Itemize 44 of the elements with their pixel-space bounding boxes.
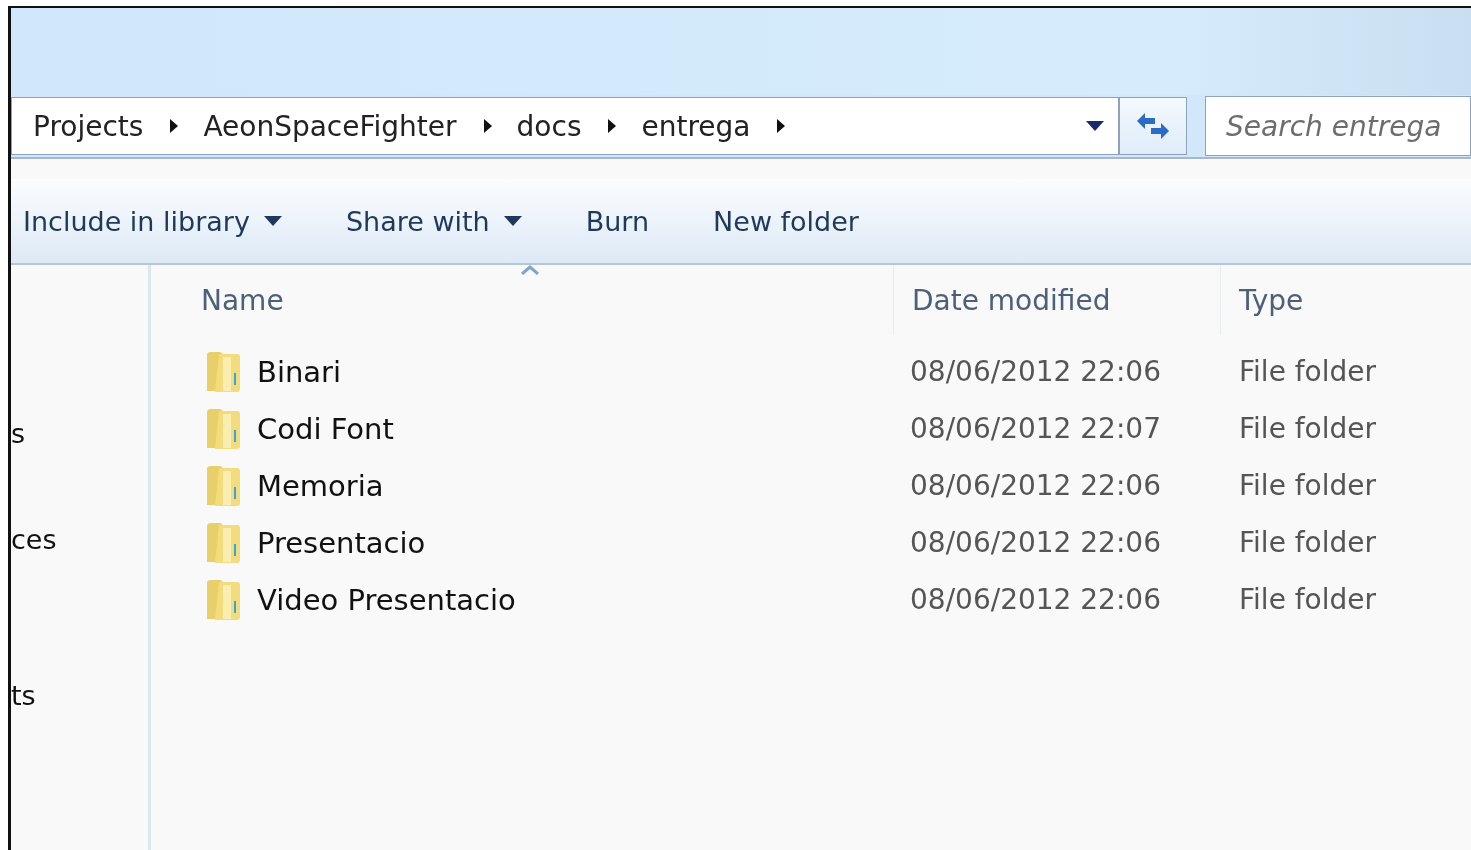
chevron-icon[interactable] [482,118,493,134]
nav-item[interactable]: s [11,417,26,451]
breadcrumb[interactable]: Projects [29,109,148,143]
toolbar-button[interactable]: New folder [711,201,861,241]
file-name[interactable]: Presentacio [257,525,426,560]
caret-icon [263,216,282,226]
type-cell-text: File folder [1238,469,1377,502]
toolbar-button[interactable]: Burn [583,201,652,241]
column-header[interactable]: Name [151,265,894,335]
type-cell-text: File folder [1238,412,1377,445]
type-cell-text: File folder [1238,526,1377,559]
breadcrumb[interactable]: entrega [637,109,755,143]
dropdown-icon[interactable] [1086,121,1104,131]
file-name[interactable]: Binari [257,354,342,389]
file-name[interactable]: Memoria [257,468,384,503]
column-header[interactable]: Type [1221,265,1471,335]
search-field[interactable]: Search entrega [1205,96,1471,156]
column-header[interactable]: Date modified [894,265,1221,335]
address-bar[interactable]: Projects AeonSpaceFighter docs entrega [11,97,1119,155]
date-cell-text: 08/06/2012 22:06 [909,526,1162,559]
date-cell-text: 08/06/2012 22:06 [909,583,1162,616]
folder-icon [205,464,243,507]
chevron-icon[interactable] [607,118,618,134]
file-name[interactable]: Video Presentacio [257,582,516,617]
breadcrumb[interactable]: AeonSpaceFighter [199,109,461,143]
folder-icon [205,350,243,393]
toolbar-button[interactable]: Include in library [21,201,284,241]
file-name[interactable]: Codi Font [257,411,394,446]
folder-icon [205,521,243,564]
chevron-icon[interactable] [776,118,787,134]
breadcrumb[interactable]: docs [512,109,586,143]
type-cell-text: File folder [1238,583,1377,616]
chevron-icon[interactable] [169,118,180,134]
refresh-button[interactable] [1119,97,1187,155]
nav-item[interactable]: ces [11,523,57,557]
nav-item[interactable]: ts [11,679,36,713]
type-cell-text: File folder [1238,355,1377,388]
toolbar-button[interactable]: Share with [343,201,524,241]
folder-icon [205,407,243,450]
date-cell-text: 08/06/2012 22:06 [909,469,1162,502]
date-cell-text: 08/06/2012 22:06 [909,355,1162,388]
date-cell-text: 08/06/2012 22:07 [909,412,1162,445]
folder-icon [205,578,243,621]
caret-icon [503,216,522,226]
